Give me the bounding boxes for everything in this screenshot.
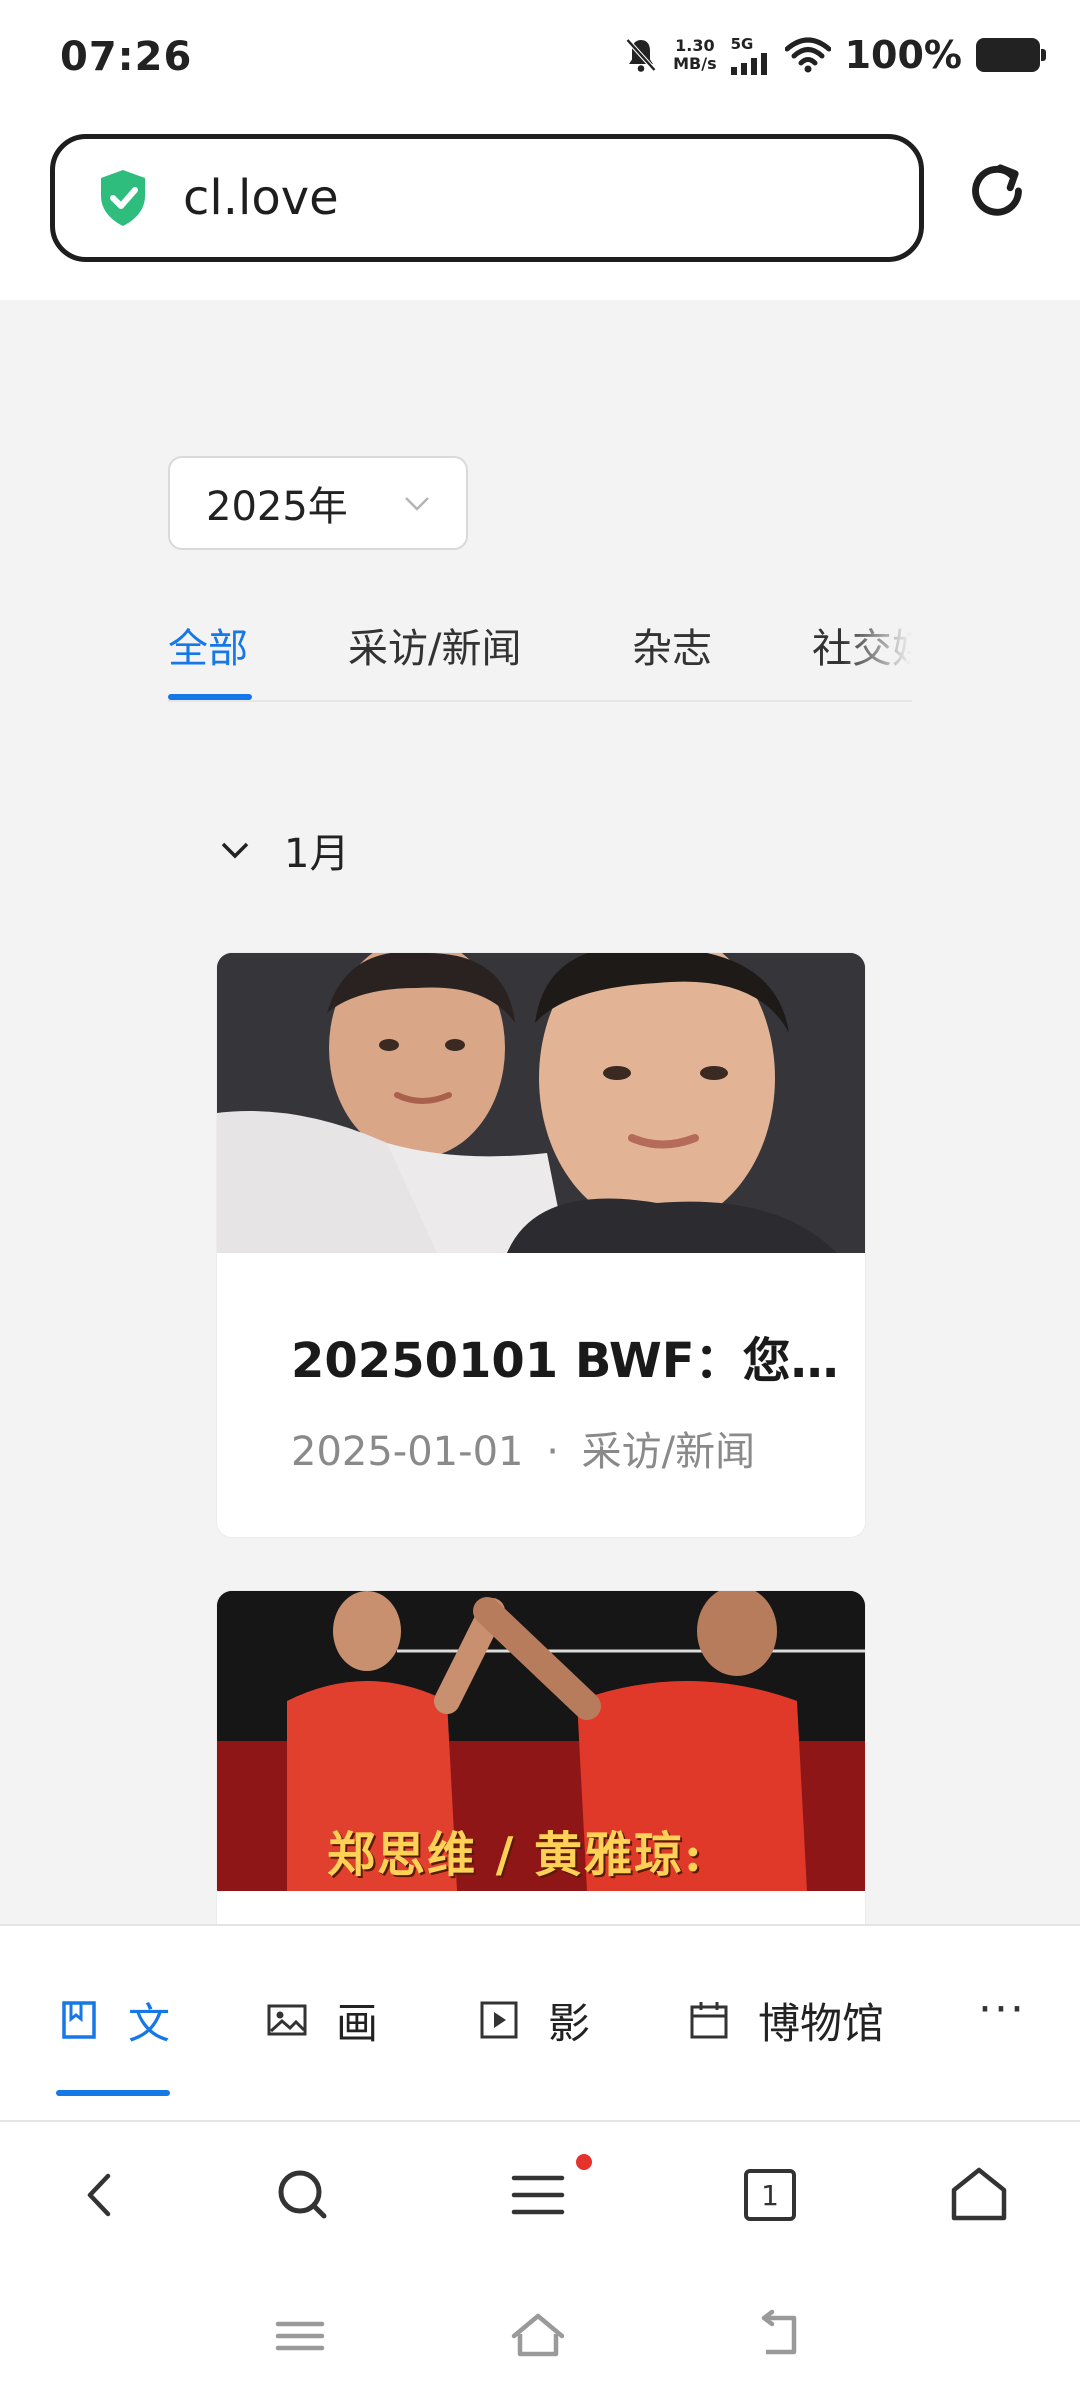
wifi-icon (784, 37, 831, 73)
article-thumbnail: 郑思维 / 黄雅琼: (217, 1591, 865, 1891)
system-nav-bar (0, 2280, 1080, 2400)
home-icon[interactable] (508, 2306, 568, 2366)
section-nav-museum[interactable]: 博物馆 (688, 1990, 884, 2050)
book-icon (62, 2001, 96, 2039)
status-icons: 1.30 MB/s 5G 100% (623, 30, 1046, 80)
month-label: 1月 (284, 831, 350, 877)
tab-count: 1 (761, 2178, 779, 2212)
section-nav-label: 画 (336, 1998, 379, 2048)
network-type: 5G (730, 35, 754, 53)
menu-icon[interactable] (506, 2162, 572, 2228)
tab-all[interactable]: 全部 (168, 616, 248, 674)
battery-percent: 100% (844, 33, 962, 77)
address-bar[interactable]: cl.love (50, 134, 924, 262)
back-icon[interactable] (68, 2162, 134, 2228)
category-tabs: 全部 采访/新闻 杂志 社交媒体 (168, 586, 912, 702)
year-select[interactable]: 2025年 (168, 456, 468, 550)
play-icon (480, 2001, 518, 2039)
reload-icon[interactable] (964, 158, 1030, 224)
thumbnail-photo (217, 953, 865, 1253)
image-icon (267, 2004, 307, 2036)
chevron-down-icon (221, 842, 249, 859)
article-date: 2025-01-01 (291, 1429, 524, 1475)
network-speed: 1.30 MB/s (673, 37, 716, 73)
back-gesture-icon[interactable] (750, 2306, 810, 2366)
section-nav-video[interactable]: 影 (478, 1990, 590, 2050)
notification-dot (576, 2154, 592, 2170)
chevron-down-icon (405, 497, 429, 511)
meta-separator: · (546, 1429, 559, 1475)
status-bar: 07:26 1.30 MB/s 5G 100% (0, 0, 1080, 118)
recents-icon[interactable] (270, 2306, 330, 2366)
section-nav-image[interactable]: 画 (266, 1990, 378, 2050)
section-nav-text[interactable]: 文 (58, 1990, 170, 2050)
page-content: 2025年 全部 采访/新闻 杂志 社交媒体 1月 (0, 300, 1080, 1924)
home-icon[interactable] (946, 2162, 1012, 2228)
battery-icon (976, 38, 1046, 72)
calendar-icon (690, 2002, 728, 2039)
active-section-indicator (56, 2090, 170, 2096)
article-card[interactable]: 郑思维 / 黄雅琼: (216, 1590, 866, 1924)
bell-off-icon (625, 38, 657, 72)
tabs-fade (842, 586, 912, 700)
section-nav-label: 文 (128, 1998, 171, 2048)
shield-check-icon (101, 170, 145, 226)
tab-count-button[interactable]: 1 (744, 2169, 796, 2221)
article-meta: 2025-01-01 · 采访/新闻 (291, 1419, 755, 1477)
section-nav-label: 博物馆 (758, 1998, 885, 2048)
section-nav-label: 影 (548, 1998, 591, 2048)
tab-interview-news[interactable]: 采访/新闻 (348, 616, 521, 674)
browser-toolbar: 1 (0, 2122, 1080, 2280)
month-group-header[interactable]: 1月 (218, 820, 349, 880)
signal-icon (730, 53, 767, 75)
article-thumbnail (217, 953, 865, 1253)
active-tab-indicator (168, 694, 252, 700)
status-time: 07:26 (60, 34, 193, 80)
article-title: 20250101 BWF：您… (291, 1333, 839, 1389)
more-button[interactable]: ··· (978, 1984, 1026, 2035)
url-text: cl.love (183, 170, 339, 226)
year-select-value: 2025年 (206, 484, 348, 530)
thumbnail-caption: 郑思维 / 黄雅琼: (327, 1827, 704, 1883)
article-category: 采访/新闻 (581, 1429, 756, 1475)
speed-unit: MB/s (673, 54, 717, 73)
section-nav: 文 画 影 博物馆 ··· (0, 1924, 1080, 2122)
article-card[interactable]: 20250101 BWF：您… 2025-01-01 · 采访/新闻 (216, 952, 866, 1538)
search-icon[interactable] (270, 2162, 336, 2228)
signal-group: 5G (730, 35, 771, 75)
speed-value: 1.30 (675, 36, 715, 55)
browser-address-area: cl.love (0, 118, 1080, 300)
tab-magazine[interactable]: 杂志 (632, 616, 712, 674)
